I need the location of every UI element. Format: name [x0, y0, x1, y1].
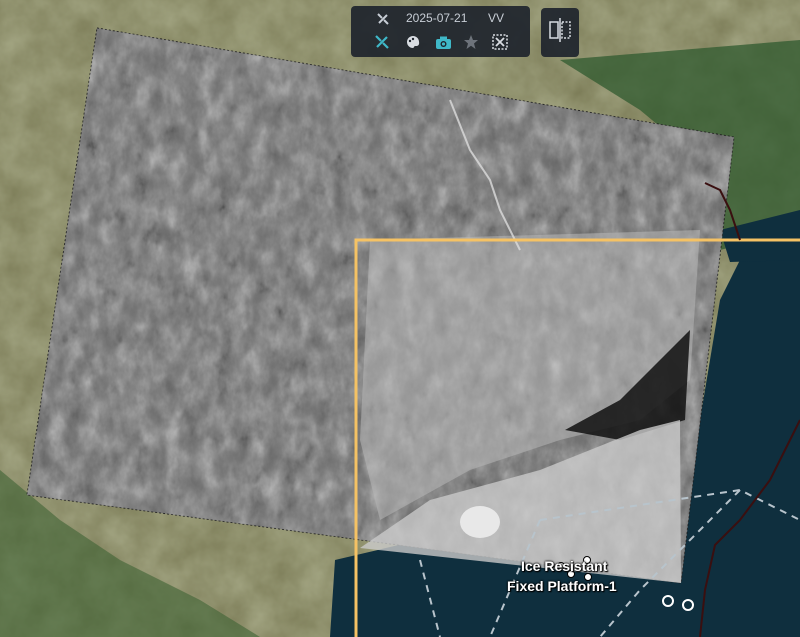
satellite-icon — [375, 10, 391, 28]
scissors-icon[interactable] — [489, 31, 511, 53]
camera-icon[interactable] — [432, 31, 454, 53]
toolbar-actions — [363, 31, 523, 53]
vessel-marker[interactable] — [682, 599, 694, 611]
scene-info: 2025-07-21 VV — [351, 10, 530, 28]
platform-label-line2: Fixed Platform-1 — [507, 578, 617, 594]
compare-split-button[interactable] — [541, 8, 579, 57]
scene-toolbar: 2025-07-21 VV — [351, 6, 530, 57]
sar-island — [460, 506, 500, 538]
platform-label-line1: Ice Resistant — [521, 558, 608, 574]
scene-polarization: VV — [488, 11, 505, 25]
vessel-marker[interactable] — [662, 595, 674, 607]
compare-split-icon — [549, 17, 571, 48]
scene-date: 2025-07-21 — [406, 11, 468, 25]
star-icon[interactable] — [460, 31, 482, 53]
palette-icon[interactable] — [402, 31, 424, 53]
map-canvas[interactable] — [0, 0, 800, 637]
measure-icon[interactable] — [371, 31, 393, 53]
